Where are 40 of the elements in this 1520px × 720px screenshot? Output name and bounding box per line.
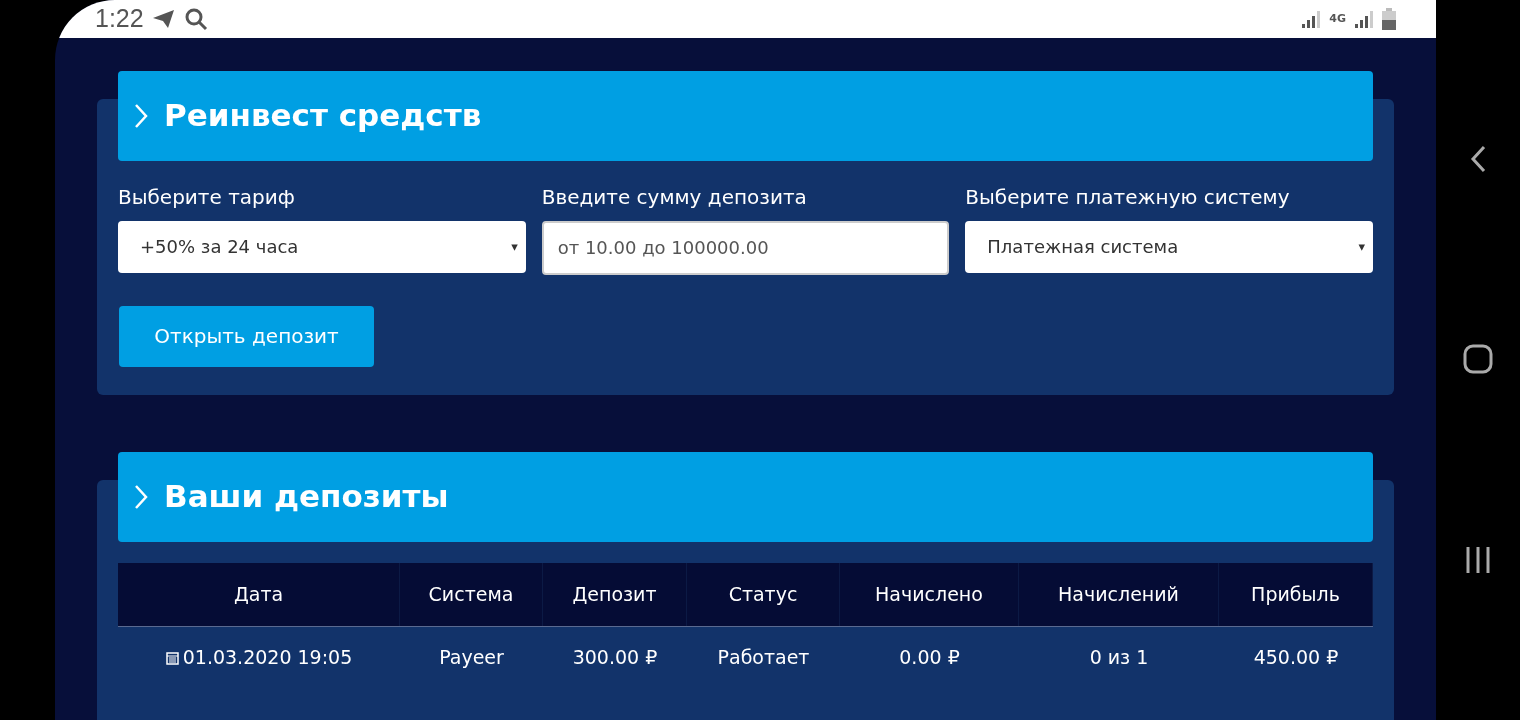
caret-icon: ▾	[1358, 236, 1365, 257]
signal-icon	[1301, 8, 1322, 29]
select-field[interactable]: Платежная система ▾	[965, 220, 1373, 273]
signal-icon	[1354, 8, 1374, 29]
column-header: Прибыль	[1219, 562, 1373, 626]
column-header: Начислений	[1019, 562, 1219, 626]
open-deposit-button[interactable]: Открыть депозит	[119, 305, 374, 367]
table-cell-text: 300.00 ₽	[572, 645, 658, 671]
column-header: Система	[400, 562, 543, 626]
table-cell-text: 01.03.2020 19:05	[182, 645, 353, 671]
paper-plane-icon	[151, 7, 176, 30]
field-label: Выберите тариф	[118, 184, 296, 209]
section-title: Ваши депозиты	[164, 477, 449, 517]
column-header: Дата	[118, 562, 400, 626]
table-cell-text: 450.00 ₽	[1253, 645, 1339, 671]
status-time: 1:22	[95, 3, 144, 34]
chevron-right-icon	[134, 483, 148, 510]
table-cell-text: Payeer	[439, 645, 504, 671]
battery-icon	[1382, 7, 1396, 30]
home-icon[interactable]	[1463, 344, 1493, 374]
table-cell-text: 0 из 1	[1089, 645, 1149, 671]
caret-icon: ▾	[511, 236, 518, 257]
column-header: Начислено	[840, 562, 1019, 626]
back-icon[interactable]	[1470, 145, 1486, 173]
table-cell-text: 0.00 ₽	[899, 645, 960, 671]
network-label: 4G	[1329, 13, 1346, 25]
column-header: Статус	[687, 562, 840, 626]
section-title: Реинвест средств	[164, 96, 482, 136]
recent-apps-icon[interactable]	[1465, 545, 1491, 575]
search-icon	[183, 6, 208, 31]
column-header: Депозит	[543, 562, 687, 626]
chevron-right-icon	[134, 102, 148, 129]
field-label: Выберите платежную систему	[965, 184, 1291, 209]
calendar-icon	[165, 650, 179, 665]
section-header[interactable]: Реинвест средств	[118, 70, 1373, 161]
section-header[interactable]: Ваши депозиты	[118, 451, 1373, 542]
table-cell-text: Работает	[717, 645, 810, 671]
select-field[interactable]: +50% за 24 часа ▾	[118, 220, 526, 273]
input-field[interactable]: от 10.00 до 100000.00	[541, 220, 950, 275]
field-label: Введите сумму депозита	[541, 184, 808, 209]
